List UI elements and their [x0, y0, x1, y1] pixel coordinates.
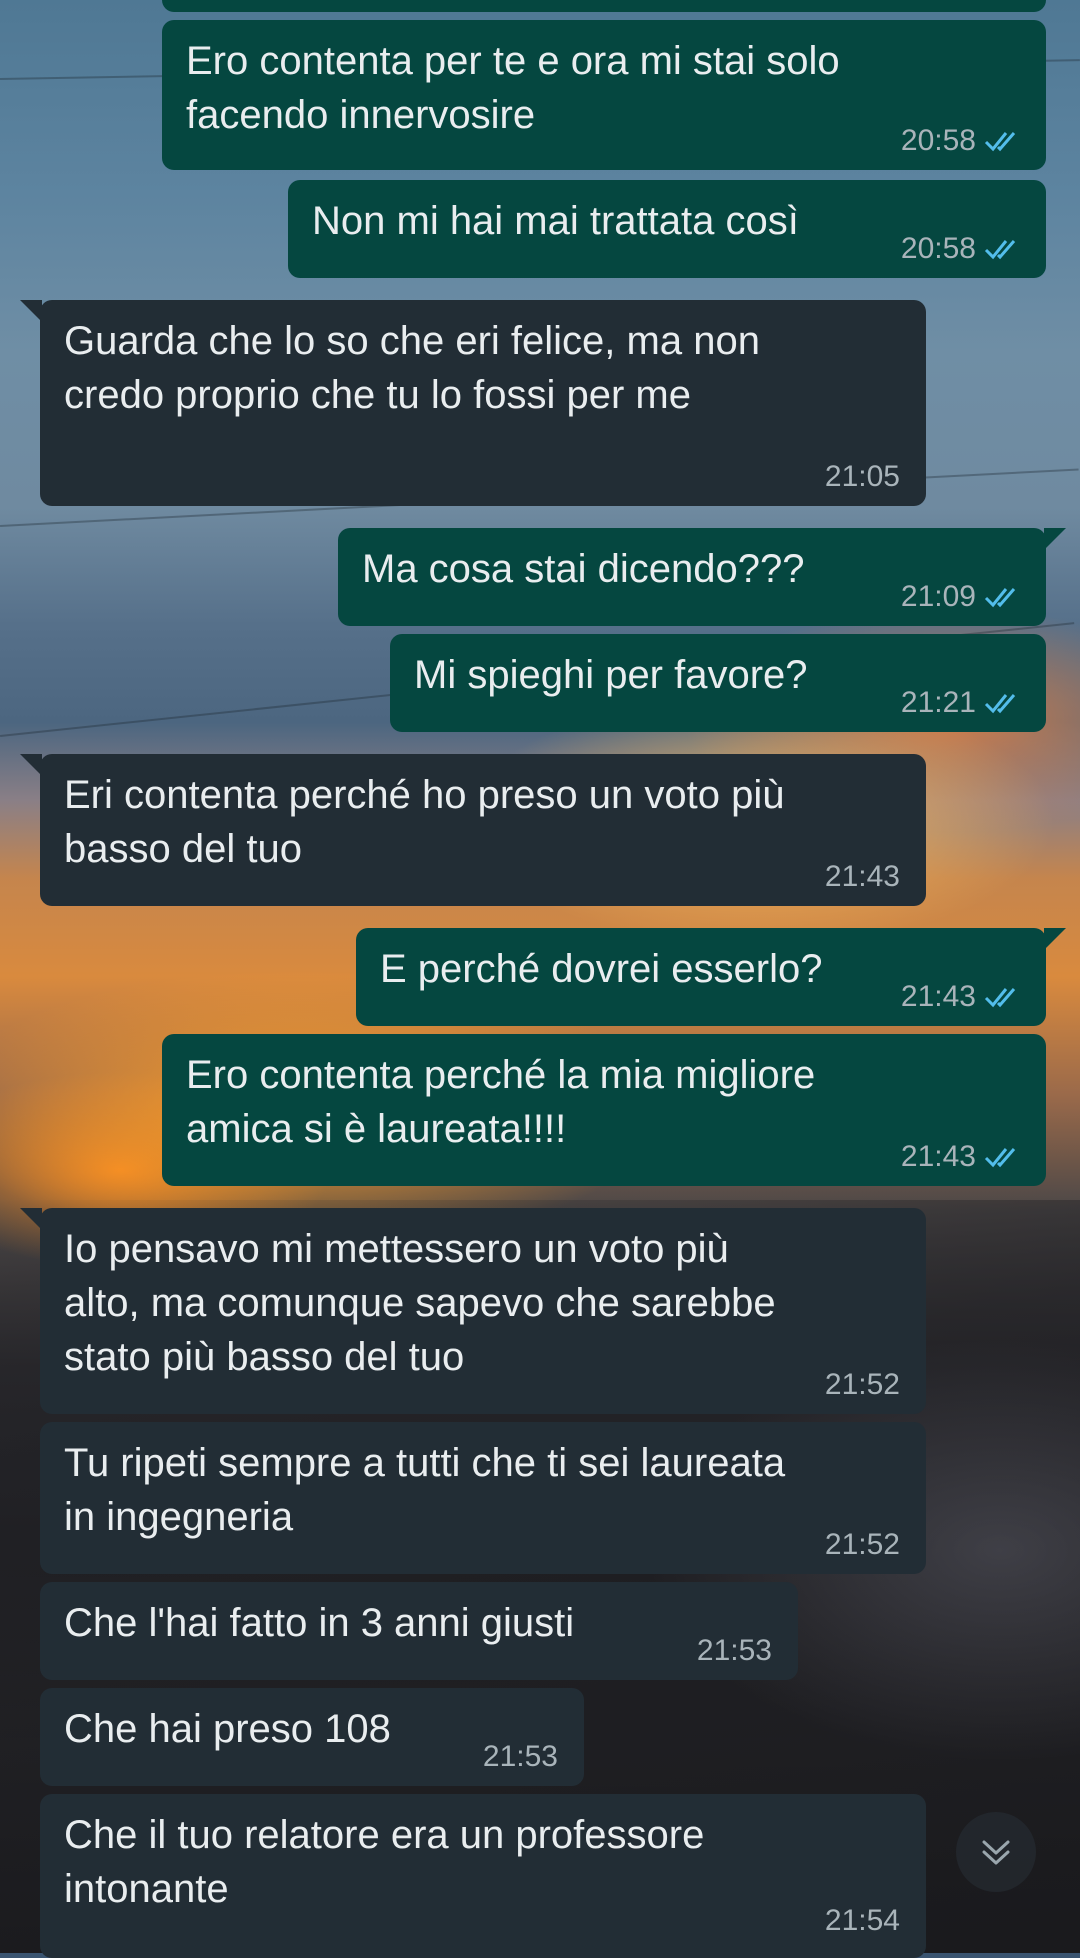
- message-bubble-outgoing[interactable]: Ero contenta per te e ora mi stai solo f…: [162, 20, 1046, 170]
- message-time: 21:52: [824, 1368, 900, 1401]
- bubble-tail: [1044, 928, 1066, 950]
- message-bubble-incoming[interactable]: Eri contenta perché ho preso un voto più…: [20, 754, 926, 906]
- message-time: 21:05: [824, 460, 900, 493]
- message-text: Tu ripeti sempre a tutti che ti sei laur…: [64, 1441, 786, 1539]
- message-list[interactable]: Ero contenta per te e ora mi stai solo f…: [0, 0, 1080, 1958]
- message-text: Ero contenta per te e ora mi stai solo f…: [186, 39, 840, 137]
- message-bubble-incoming[interactable]: Che l'hai fatto in 3 anni giusti 21:53: [40, 1582, 798, 1680]
- message-time: 21:43: [900, 980, 976, 1013]
- bubble-tail: [20, 754, 42, 776]
- message-time: 21:54: [824, 1904, 900, 1937]
- double-check-icon: [984, 588, 1016, 608]
- message-bubble-outgoing[interactable]: E perché dovrei esserlo? 21:43: [356, 928, 1066, 1026]
- message-bubble-incoming[interactable]: Che il tuo relatore era un professore in…: [40, 1794, 926, 1958]
- chevron-double-down-icon: [982, 1840, 1010, 1865]
- message-time: 21:52: [824, 1528, 900, 1561]
- double-check-icon: [984, 132, 1016, 152]
- bubble-tail: [1044, 528, 1066, 550]
- message-text: Io pensavo mi mettessero un voto più alt…: [64, 1227, 776, 1379]
- message-bubble-outgoing[interactable]: Ero contenta perché la mia migliore amic…: [162, 1034, 1046, 1186]
- bubble-tail: [20, 300, 42, 322]
- message-bubble-incoming[interactable]: Guarda che lo so che eri felice, ma non …: [20, 300, 926, 506]
- message-text: Eri contenta perché ho preso un voto più…: [64, 773, 785, 871]
- message-bubble-incoming[interactable]: Tu ripeti sempre a tutti che ti sei laur…: [40, 1422, 926, 1574]
- message-time: 21:09: [900, 580, 976, 613]
- message-bubble-outgoing[interactable]: Non mi hai mai trattata così 20:58: [288, 180, 1046, 278]
- message-time: 21:43: [824, 860, 900, 893]
- message-bubble-outgoing[interactable]: Mi spieghi per favore? 21:21: [390, 634, 1046, 732]
- double-check-icon: [984, 694, 1016, 714]
- message-bubble-incoming[interactable]: Che hai preso 108 21:53: [40, 1688, 584, 1786]
- message-time: 20:58: [900, 232, 976, 265]
- double-check-icon: [984, 988, 1016, 1008]
- message-time: 21:53: [482, 1740, 558, 1773]
- scroll-to-bottom-button[interactable]: [956, 1812, 1036, 1892]
- double-check-icon: [984, 1148, 1016, 1168]
- message-bubble-incoming[interactable]: Io pensavo mi mettessero un voto più alt…: [20, 1208, 926, 1414]
- double-check-icon: [984, 240, 1016, 260]
- message-time: 20:58: [900, 124, 976, 157]
- message-time: 21:21: [900, 686, 976, 719]
- message-text: Che il tuo relatore era un professore in…: [64, 1813, 705, 1911]
- message-bubble-outgoing[interactable]: Ma cosa stai dicendo??? 21:09: [338, 528, 1066, 626]
- message-time: 21:43: [900, 1140, 976, 1173]
- message-text: Guarda che lo so che eri felice, ma non …: [64, 319, 760, 417]
- message-text: Ero contenta perché la mia migliore amic…: [186, 1053, 816, 1151]
- bubble-tail: [20, 1208, 42, 1230]
- message-time: 21:53: [696, 1634, 772, 1667]
- message-bubble-outgoing[interactable]: [162, 0, 1046, 12]
- message-text: Che l'hai fatto in 3 anni giusti: [64, 1601, 575, 1645]
